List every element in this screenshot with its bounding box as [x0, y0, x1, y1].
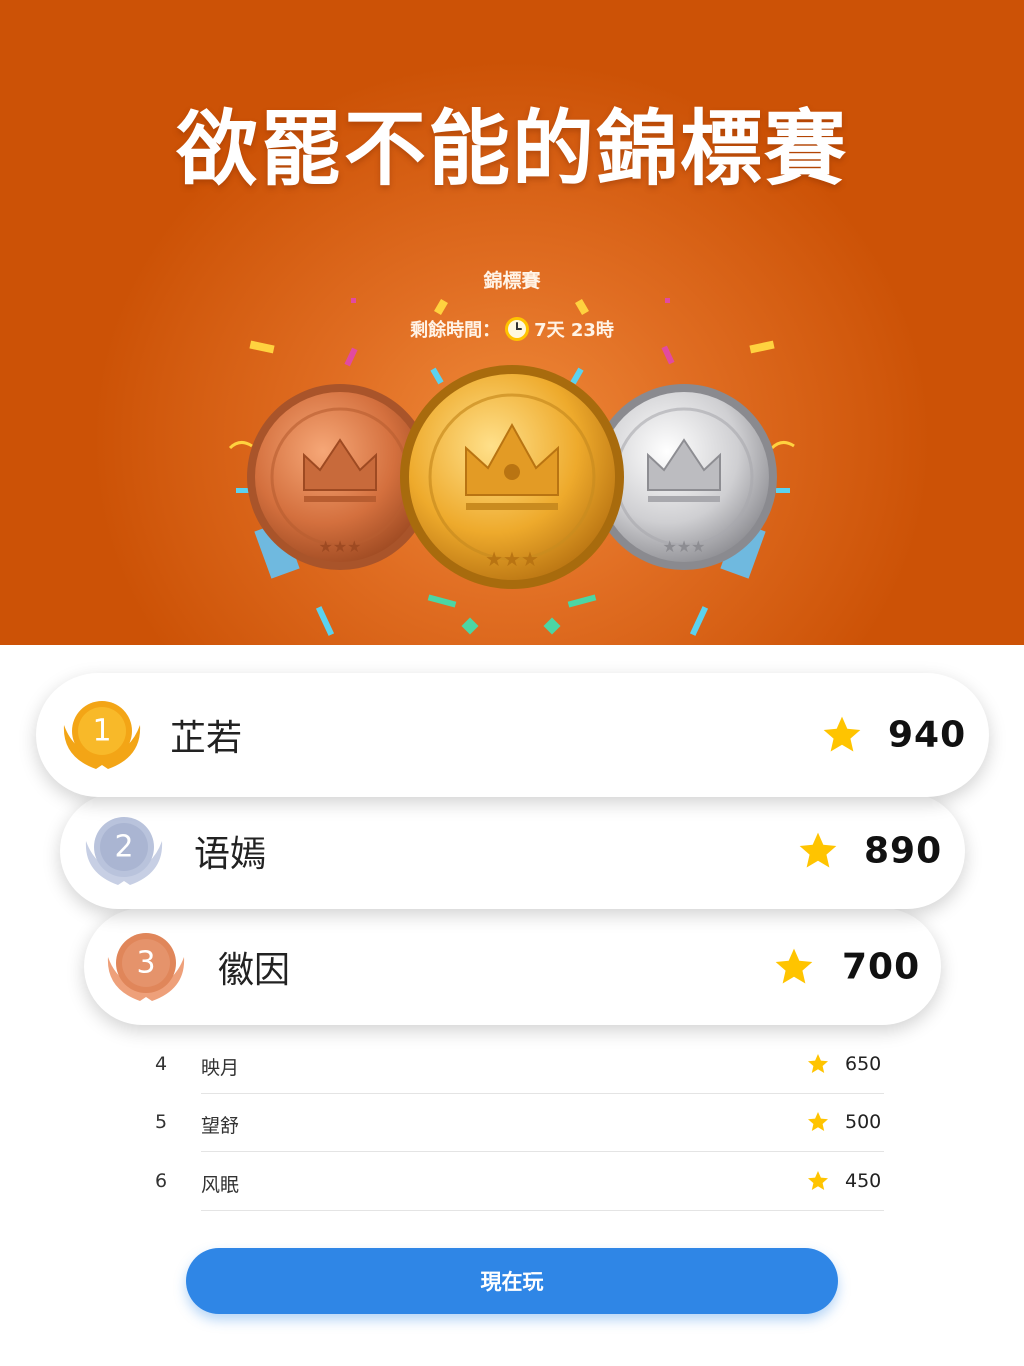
leaderboard-rank: 4: [155, 1053, 168, 1075]
leaderboard-rank: 6: [155, 1170, 168, 1192]
star-icon: [799, 832, 837, 868]
star-icon: [775, 948, 813, 983]
leaderboard-score: 500: [845, 1111, 882, 1133]
podium-score: 940: [888, 714, 967, 756]
podium-card-rank-1[interactable]: 1 芷若 940: [36, 673, 989, 797]
leaderboard-name: 映月: [201, 1057, 240, 1079]
medals-illustration: ★★★ ★★★ ★★★: [247, 365, 777, 589]
svg-text:★★★: ★★★: [318, 537, 361, 556]
leaderboard-name: 望舒: [201, 1115, 240, 1137]
play-now-button[interactable]: 現在玩: [186, 1248, 838, 1314]
podium-card-rank-3[interactable]: 3 徽因 700: [84, 908, 941, 1025]
svg-text:★★★: ★★★: [485, 547, 539, 571]
row-divider: [201, 1210, 884, 1211]
podium-card-rank-2[interactable]: 2 语嫣 890: [60, 793, 965, 909]
podium-rank-number: 2: [114, 829, 134, 865]
leaderboard-name: 风眠: [201, 1174, 240, 1196]
star-icon: [808, 1112, 828, 1131]
star-icon: [808, 1171, 828, 1190]
podium-rank-number: 1: [92, 713, 112, 749]
podium-score: 890: [864, 830, 943, 872]
leaderboard-row[interactable]: 4 映月 650: [141, 1036, 884, 1094]
leaderboard-row[interactable]: 5 望舒 500: [141, 1094, 884, 1152]
leaderboard-rank: 5: [155, 1111, 168, 1133]
leaderboard-row[interactable]: 6 风眠 450: [141, 1153, 884, 1211]
leaderboard-score: 450: [845, 1170, 882, 1192]
star-icon: [808, 1054, 828, 1073]
leaderboard-score: 650: [845, 1053, 882, 1075]
tournament-banner: 欲罷不能的錦標賽 錦標賽 剩餘時間： 7天 23時 ★★★ ★★★ ★★★: [0, 0, 1024, 645]
podium-player-name: 语嫣: [194, 834, 267, 875]
svg-text:★★★: ★★★: [662, 537, 705, 556]
star-icon: [823, 716, 861, 752]
podium-rank-number: 3: [136, 945, 156, 980]
podium-score: 700: [842, 946, 921, 987]
gold-medal: ★★★: [400, 365, 624, 589]
podium-player-name: 芷若: [170, 718, 243, 759]
row-divider: [201, 1151, 884, 1152]
podium-player-name: 徽因: [218, 949, 291, 991]
